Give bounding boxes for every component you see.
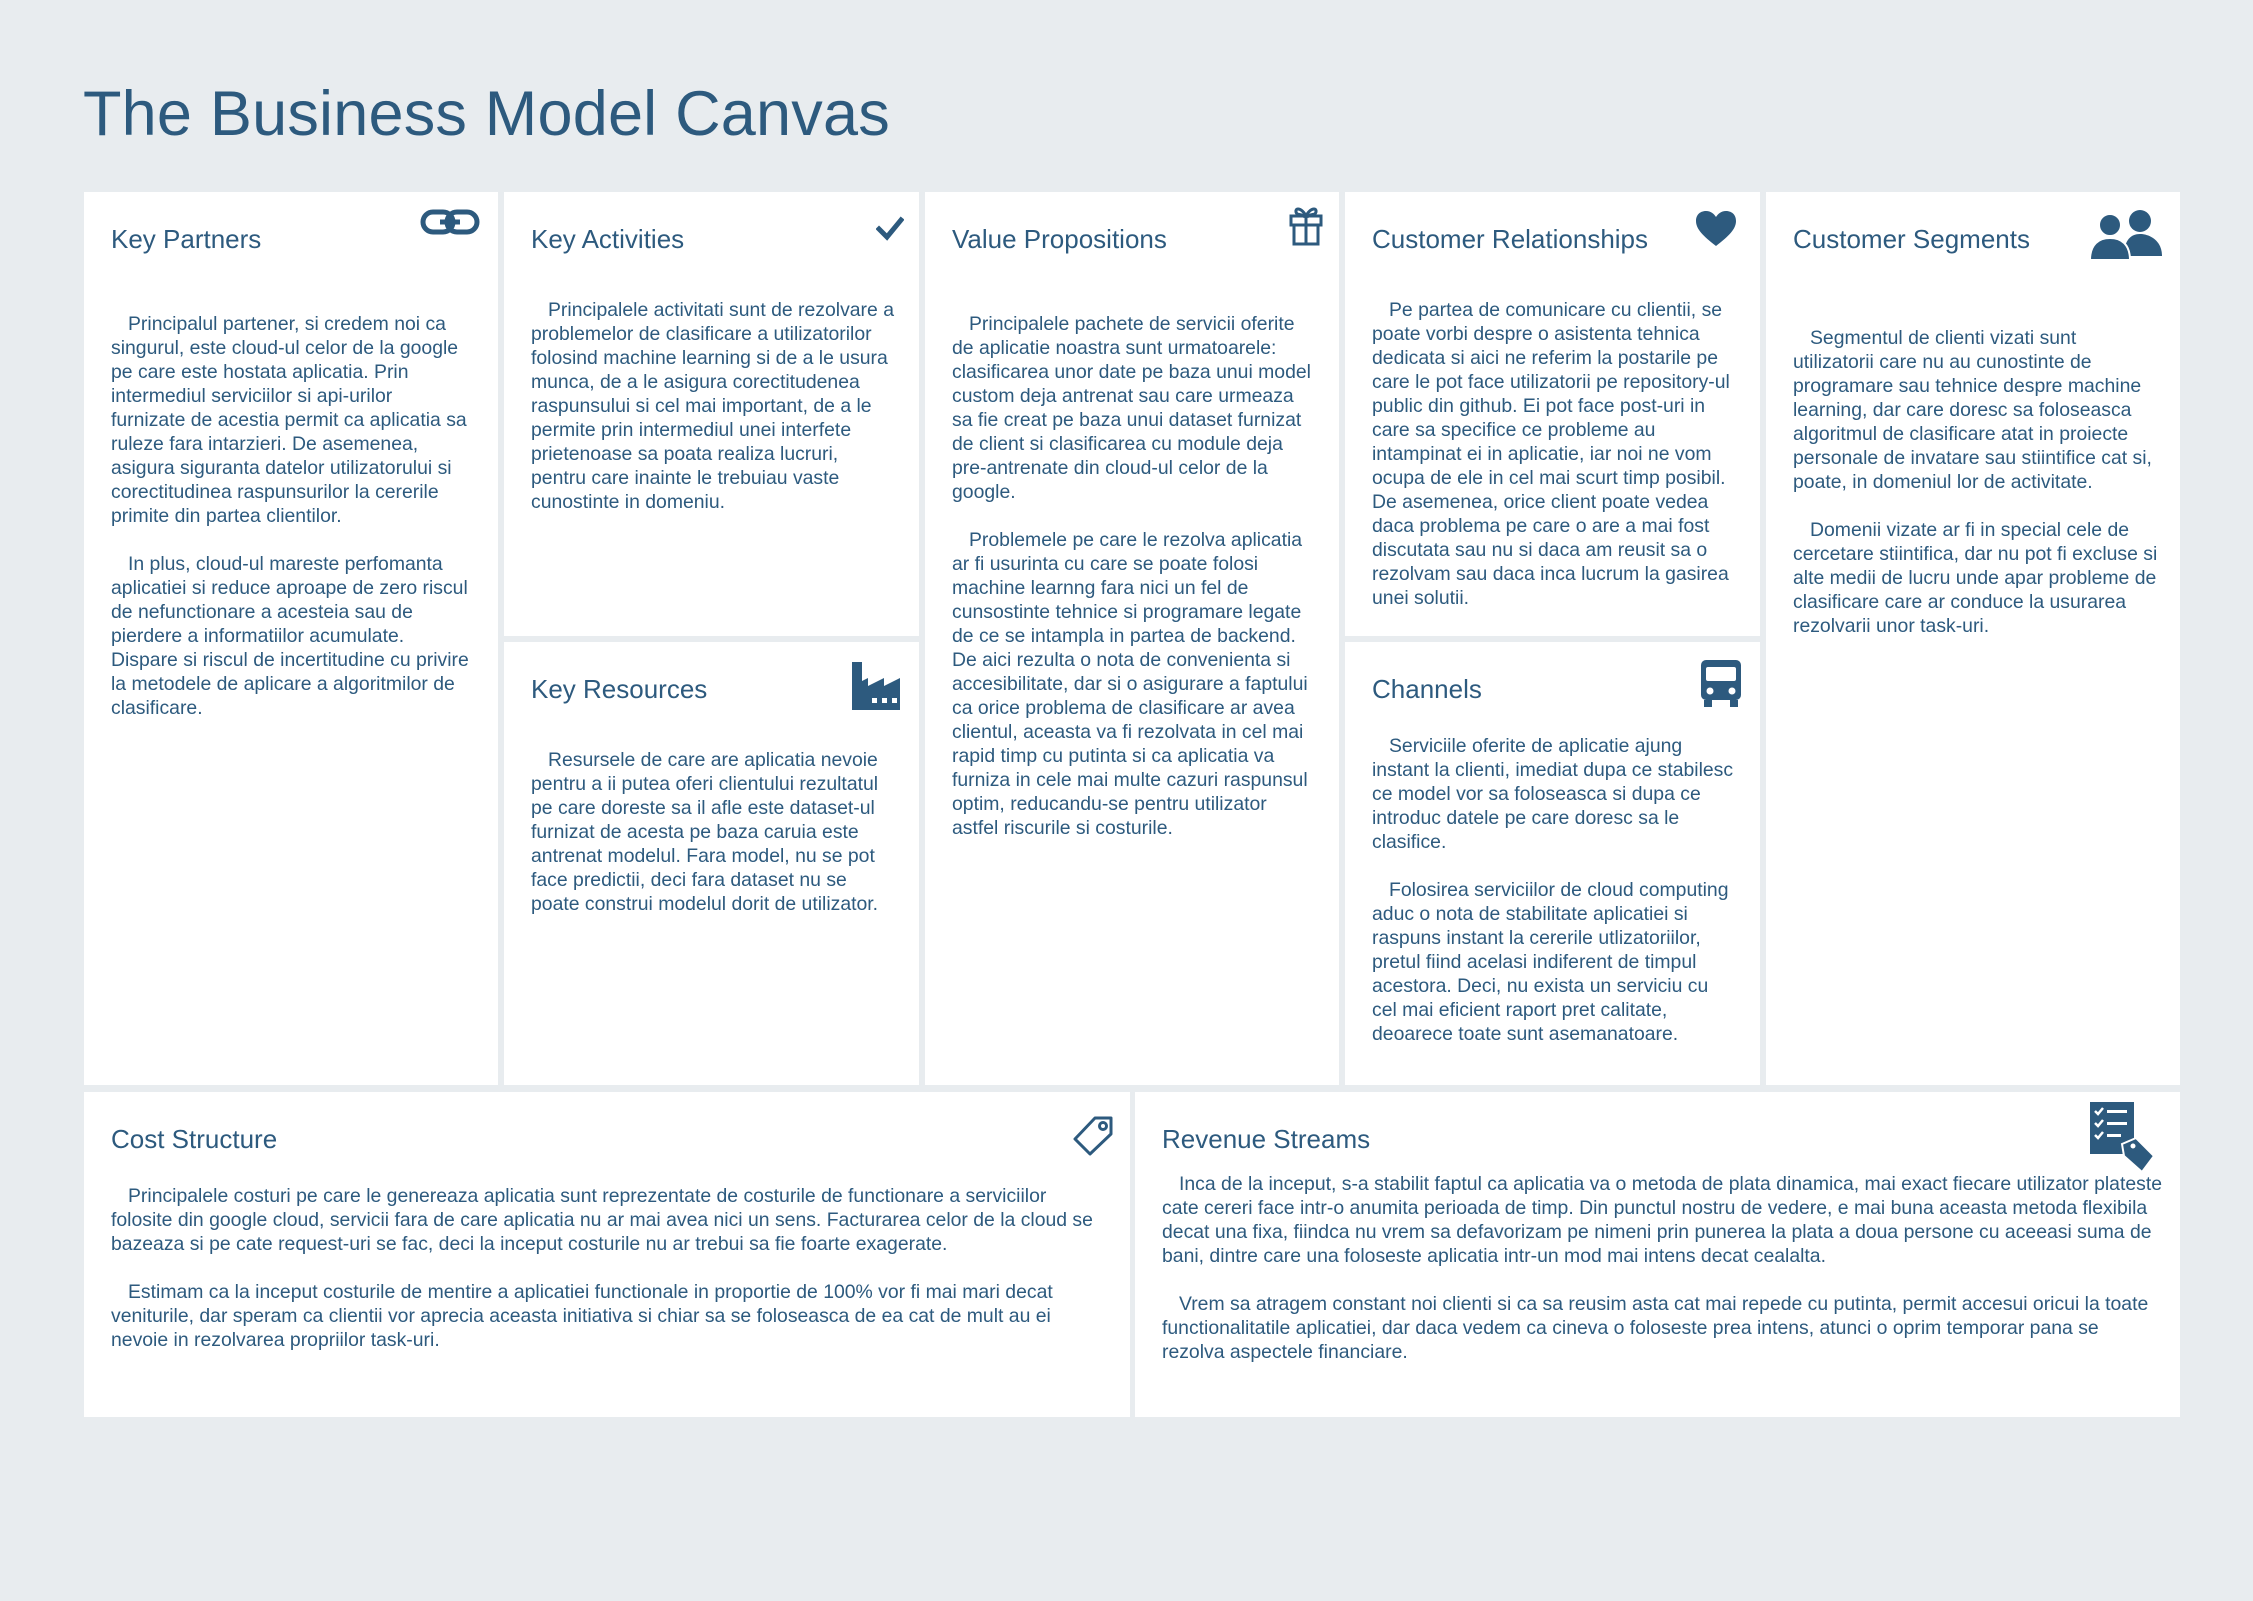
channels-block: Channels Serviciile oferite de aplicatie… [1345, 642, 1760, 1085]
paragraph: Principalele activitati sunt de rezolvar… [531, 299, 894, 513]
paragraph: Principalele pachete de servicii oferite… [952, 313, 1311, 503]
paragraph: Inca de la inceput, s-a stabilit faptul … [1162, 1173, 2162, 1267]
cost-structure-title: Cost Structure [111, 1124, 278, 1154]
paragraph: Problemele pe care le rezolva aplicatia … [952, 529, 1308, 839]
paragraph: Domenii vizate ar fi in special cele de … [1793, 519, 2158, 637]
key-partners-block: Key Partners Principalul partener, si cr… [84, 192, 498, 1085]
paragraph: Folosirea serviciilor de cloud computing… [1372, 879, 1729, 1045]
key-resources-title: Key Resources [531, 674, 708, 704]
paragraph: Pe partea de comunicare cu clientii, se … [1372, 299, 1730, 609]
link-icon [420, 206, 482, 240]
customer-relationships-text: Pe partea de comunicare cu clientii, se … [1372, 298, 1737, 610]
heart-icon [1695, 210, 1737, 248]
value-propositions-title: Value Propositions [952, 224, 1167, 254]
customer-segments-block: Customer Segments Segmentul de clienti v… [1766, 192, 2180, 1085]
key-activities-block: Key Activities Principalele activitati s… [504, 192, 919, 636]
customer-segments-title: Customer Segments [1793, 224, 2030, 254]
paragraph: In plus, cloud-ul mareste perfomanta apl… [111, 553, 469, 719]
revenue-streams-text: Inca de la inceput, s-a stabilit faptul … [1162, 1172, 2162, 1364]
paragraph: Serviciile oferite de aplicatie ajung in… [1372, 735, 1734, 853]
key-partners-text: Principalul partener, si credem noi ca s… [111, 312, 471, 720]
value-propositions-block: Value Propositions Principalele pachete … [925, 192, 1339, 1085]
channels-title: Channels [1372, 674, 1482, 704]
checkmark-icon [876, 216, 904, 242]
paragraph: Principalul partener, si credem noi ca s… [111, 313, 467, 527]
paragraph: Principalele costuri pe care le genereaz… [111, 1185, 1093, 1255]
key-resources-text: Resursele de care are aplicatia nevoie p… [531, 748, 896, 916]
revenue-streams-block: Revenue Streams Inca de la inceput, s-a … [1135, 1092, 2180, 1417]
price-tag-icon [1072, 1116, 1114, 1156]
key-activities-text: Principalele activitati sunt de rezolvar… [531, 298, 896, 514]
checklist-tag-icon [2088, 1100, 2158, 1176]
customer-relationships-block: Customer Relationships Pe partea de comu… [1345, 192, 1760, 636]
factory-icon [850, 660, 902, 712]
key-activities-title: Key Activities [531, 224, 685, 254]
page-title: The Business Model Canvas [83, 79, 890, 149]
key-partners-title: Key Partners [111, 224, 262, 254]
paragraph: Estimam ca la inceput costurile de menti… [111, 1281, 1053, 1351]
revenue-streams-title: Revenue Streams [1162, 1124, 1371, 1154]
paragraph: Resursele de care are aplicatia nevoie p… [531, 749, 879, 915]
cost-structure-block: Cost Structure Principalele costuri pe c… [84, 1092, 1130, 1417]
users-icon [2088, 208, 2164, 260]
channels-text: Serviciile oferite de aplicatie ajung in… [1372, 734, 1737, 1046]
truck-icon [1700, 658, 1742, 708]
key-resources-block: Key Resources Resursele de care are apli… [504, 642, 919, 1085]
value-propositions-text: Principalele pachete de servicii oferite… [952, 312, 1317, 840]
gift-icon [1289, 204, 1323, 246]
paragraph: Vrem sa atragem constant noi clienti si … [1162, 1293, 2149, 1363]
customer-relationships-title: Customer Relationships [1372, 224, 1649, 254]
paragraph: Segmentul de clienti vizati sunt utiliza… [1793, 327, 2152, 493]
customer-segments-text: Segmentul de clienti vizati sunt utiliza… [1793, 326, 2158, 638]
cost-structure-text: Principalele costuri pe care le genereaz… [111, 1184, 1111, 1352]
